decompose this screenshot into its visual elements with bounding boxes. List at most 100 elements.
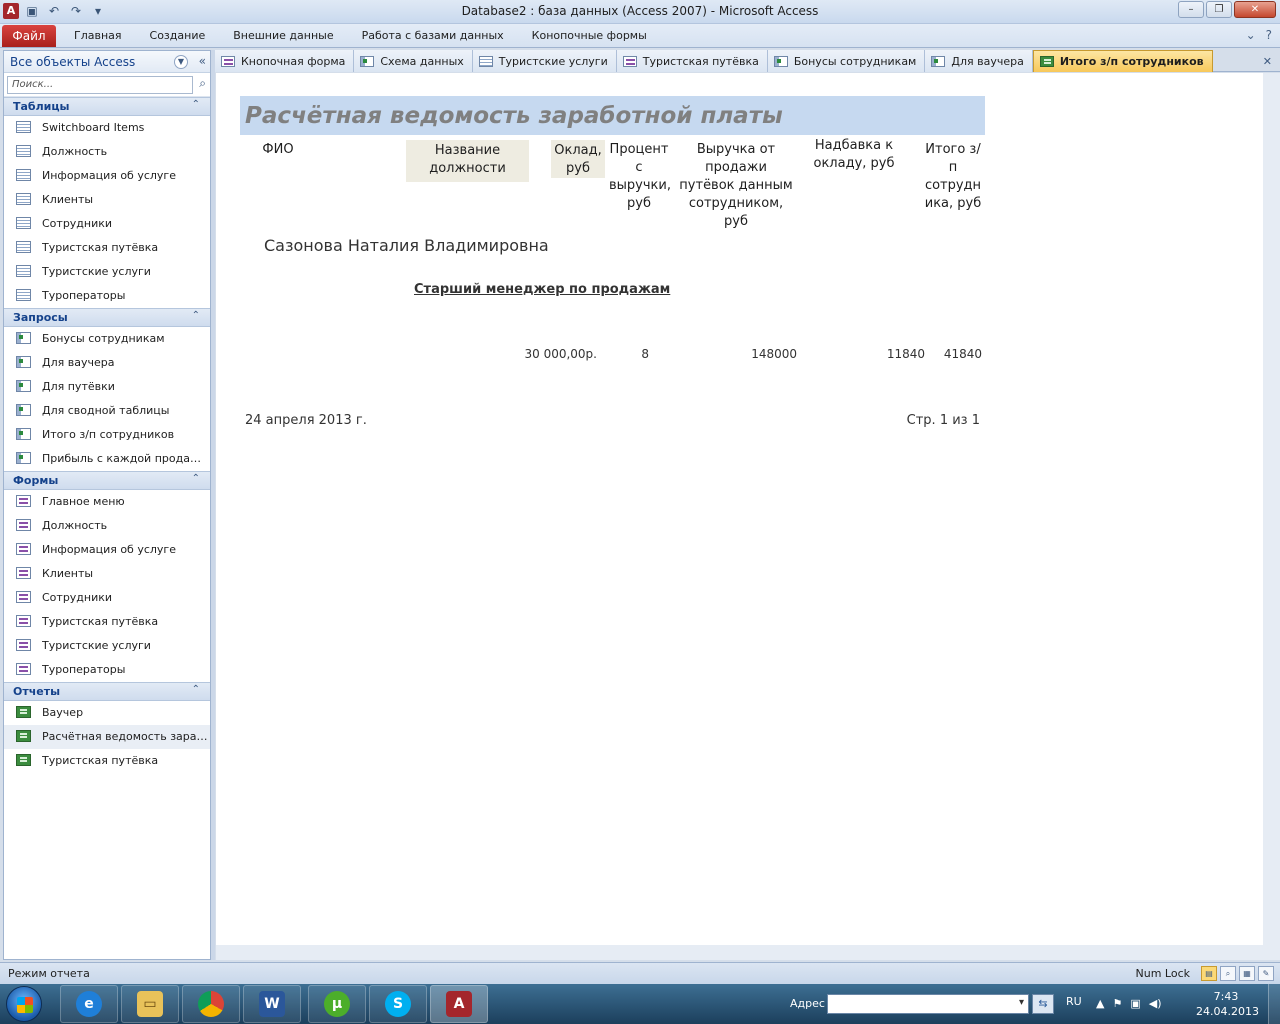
doc-tab-label: Итого з/п сотрудников: [1059, 55, 1204, 68]
close-button[interactable]: ✕: [1234, 1, 1276, 18]
nav-item-report[interactable]: Расчётная ведомость зараб...: [4, 725, 210, 749]
taskbar-file-explorer[interactable]: ▭: [121, 985, 179, 1023]
table-icon: [478, 55, 493, 67]
relationships-icon: [360, 55, 375, 67]
collapse-pane-icon[interactable]: «: [199, 54, 206, 68]
group-tables[interactable]: Таблицы ⌃: [4, 97, 210, 116]
nav-item-query[interactable]: Для путёвки: [4, 375, 210, 399]
nav-item-form[interactable]: Информация об услуге: [4, 538, 210, 562]
nav-item-report[interactable]: Туристская путёвка: [4, 749, 210, 773]
nav-item-table[interactable]: Сотрудники: [4, 212, 210, 236]
taskbar-internet-explorer[interactable]: e: [60, 985, 118, 1023]
group-forms[interactable]: Формы ⌃: [4, 471, 210, 490]
report-view-icon[interactable]: ▤: [1201, 966, 1217, 981]
nav-item-table[interactable]: Информация об услуге: [4, 164, 210, 188]
taskbar-chrome[interactable]: [182, 985, 240, 1023]
doc-tab-tour-voucher[interactable]: Туристская путёвка: [616, 50, 768, 72]
layout-view-icon[interactable]: ▦: [1239, 966, 1255, 981]
show-desktop-button[interactable]: [1268, 984, 1280, 1024]
form-icon: [16, 615, 31, 627]
nav-item-table[interactable]: Клиенты: [4, 188, 210, 212]
navigation-pane: Все объекты Access ▼ « Поиск... ⌕ Таблиц…: [3, 50, 211, 960]
tab-switchboard-forms[interactable]: Конопочные формы: [518, 29, 661, 42]
language-indicator[interactable]: RU: [1066, 995, 1082, 1008]
design-view-icon[interactable]: ✎: [1258, 966, 1274, 981]
tab-home[interactable]: Главная: [60, 29, 136, 42]
taskbar-skype[interactable]: S: [369, 985, 427, 1023]
nav-item-query[interactable]: Прибыль с каждой проданн...: [4, 447, 210, 471]
nav-item-form[interactable]: Сотрудники: [4, 586, 210, 610]
nav-item-table[interactable]: Switchboard Items: [4, 116, 210, 140]
taskbar-word[interactable]: W: [243, 985, 301, 1023]
tab-external-data[interactable]: Внешние данные: [219, 29, 347, 42]
table-icon: [16, 145, 31, 157]
nav-item-label: Расчётная ведомость зараб...: [42, 730, 208, 743]
network-icon[interactable]: ▣: [1130, 997, 1140, 1010]
doc-tab-tour-services[interactable]: Туристские услуги: [472, 50, 617, 72]
print-preview-icon[interactable]: ⌕: [1220, 966, 1236, 981]
nav-item-label: Туроператоры: [42, 663, 126, 676]
chevron-up-icon[interactable]: ⌃: [192, 99, 200, 110]
nav-item-label: Прибыль с каждой проданн...: [42, 452, 208, 465]
chevron-up-icon[interactable]: ⌃: [192, 310, 200, 321]
go-icon[interactable]: ⇆: [1032, 994, 1054, 1014]
start-button[interactable]: [6, 986, 42, 1022]
nav-item-form[interactable]: Должность: [4, 514, 210, 538]
value-revenue: 148000: [751, 347, 797, 361]
access-icon: A: [446, 991, 472, 1017]
nav-item-query[interactable]: Итого з/п сотрудников: [4, 423, 210, 447]
expand-ribbon-icon[interactable]: ⌄: [1246, 28, 1256, 42]
tab-create[interactable]: Создание: [136, 29, 220, 42]
nav-item-query[interactable]: Для ваучера: [4, 351, 210, 375]
nav-item-query[interactable]: Бонусы сотрудникам: [4, 327, 210, 351]
nav-item-form[interactable]: Главное меню: [4, 490, 210, 514]
search-icon[interactable]: ⌕: [199, 76, 206, 91]
close-document-icon[interactable]: ✕: [1263, 55, 1272, 68]
restore-button[interactable]: ❐: [1206, 1, 1232, 18]
taskbar-utorrent[interactable]: µ: [308, 985, 366, 1023]
nav-item-query[interactable]: Для сводной таблицы: [4, 399, 210, 423]
table-icon: [16, 193, 31, 205]
address-input[interactable]: [827, 994, 1029, 1014]
file-tab[interactable]: Файл: [2, 25, 56, 47]
nav-item-form[interactable]: Клиенты: [4, 562, 210, 586]
nav-item-label: Для путёвки: [42, 380, 115, 393]
nav-title[interactable]: Все объекты Access: [10, 55, 135, 69]
nav-item-label: Туроператоры: [42, 289, 126, 302]
nav-item-table[interactable]: Туристские услуги: [4, 260, 210, 284]
vertical-scroll-area[interactable]: [1263, 73, 1280, 945]
doc-tab-employee-bonuses[interactable]: Бонусы сотрудникам: [767, 50, 926, 72]
nav-item-form[interactable]: Туристская путёвка: [4, 610, 210, 634]
group-reports[interactable]: Отчеты ⌃: [4, 682, 210, 701]
taskbar-access[interactable]: A: [430, 985, 488, 1023]
report-icon: [16, 730, 31, 742]
search-input[interactable]: Поиск...: [7, 76, 193, 94]
help-icon[interactable]: ?: [1266, 28, 1272, 42]
action-center-icon[interactable]: ⚑: [1112, 997, 1122, 1010]
minimize-button[interactable]: –: [1178, 1, 1204, 18]
nav-splitter[interactable]: [211, 50, 215, 960]
doc-tab-relationships[interactable]: Схема данных: [354, 50, 473, 72]
nav-item-form[interactable]: Туристские услуги: [4, 634, 210, 658]
nav-item-table[interactable]: Должность: [4, 140, 210, 164]
chevron-down-icon[interactable]: ▼: [174, 55, 188, 69]
nav-item-form[interactable]: Туроператоры: [4, 658, 210, 682]
doc-tab-salary-total[interactable]: Итого з/п сотрудников: [1032, 50, 1213, 72]
nav-item-label: Информация об услуге: [42, 169, 176, 182]
nav-item-table[interactable]: Туристская путёвка: [4, 236, 210, 260]
group-queries[interactable]: Запросы ⌃: [4, 308, 210, 327]
doc-tab-switchboard-form[interactable]: Кнопочная форма: [215, 50, 355, 72]
chevron-up-icon[interactable]: ⌃: [192, 473, 200, 484]
taskbar-clock[interactable]: 7:43 24.04.2013: [1196, 989, 1259, 1019]
nav-item-table[interactable]: Туроператоры: [4, 284, 210, 308]
tray-expand-icon[interactable]: ▲: [1096, 997, 1104, 1010]
horizontal-scroll-area[interactable]: [216, 945, 1280, 960]
chevron-up-icon[interactable]: ⌃: [192, 684, 200, 695]
report-footer-page: Стр. 1 из 1: [906, 413, 980, 428]
doc-tab-for-voucher[interactable]: Для ваучера: [925, 50, 1033, 72]
nav-item-label: Информация об услуге: [42, 543, 176, 556]
nav-item-report[interactable]: Ваучер: [4, 701, 210, 725]
tab-database-tools[interactable]: Работа с базами данных: [348, 29, 518, 42]
volume-icon[interactable]: ◀): [1149, 997, 1162, 1010]
doc-tab-label: Для ваучера: [951, 54, 1024, 68]
